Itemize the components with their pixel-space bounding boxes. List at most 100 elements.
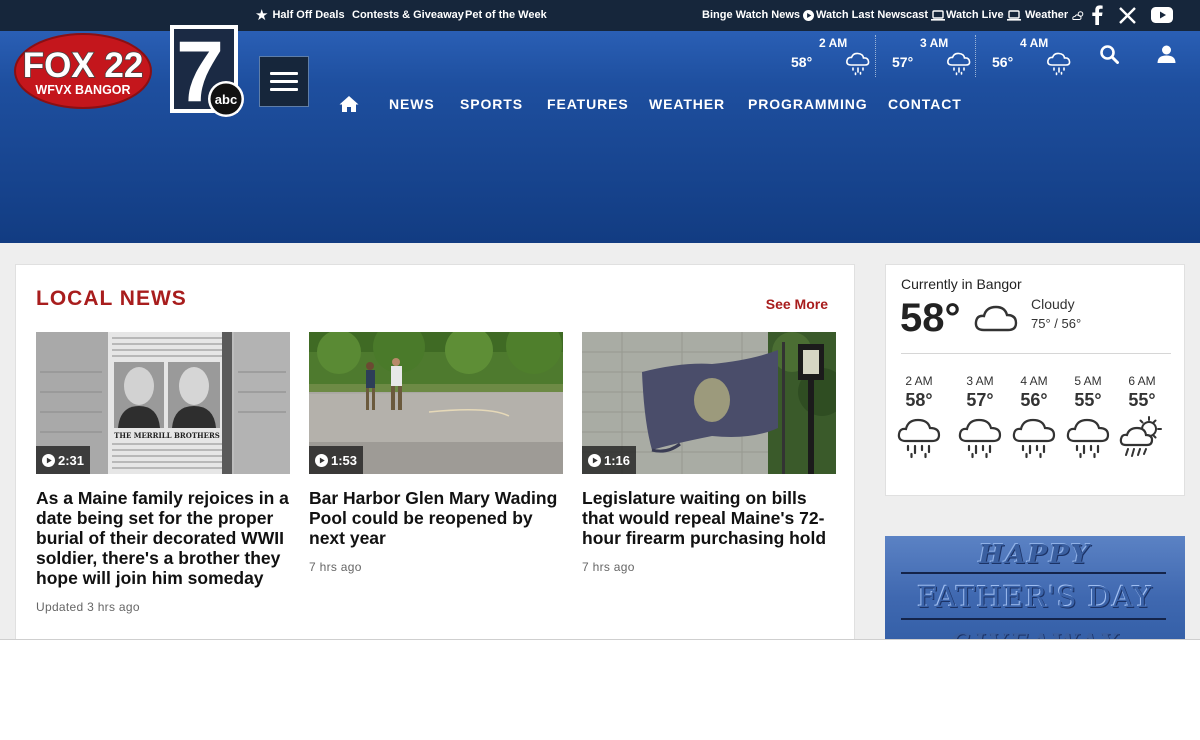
play-circle-icon (803, 9, 814, 21)
fox22-logo[interactable]: FOX 22 WFVX BANGOR (14, 33, 152, 109)
local-news-section: LOCAL NEWS See More THE MERRILL BROTHERS… (15, 264, 855, 640)
hourly-forecast-item: 2 AM 58° (896, 374, 942, 459)
laptop-icon (1006, 9, 1021, 21)
current-weather-widget[interactable]: Currently in Bangor 58° Cloudy 75° / 56°… (885, 264, 1185, 496)
forecast-hour-label: 3 AM (920, 36, 949, 50)
nav-contact[interactable]: CONTACT (888, 96, 962, 112)
facebook-icon (1092, 5, 1103, 25)
watch-last-newscast-label: Watch Last Newscast (816, 9, 929, 21)
rain-icon (958, 418, 1002, 459)
nav-features[interactable]: FEATURES (547, 96, 629, 112)
forecast-temp: 58° (791, 54, 813, 70)
hourly-temp: 55° (1128, 390, 1156, 410)
forecast-temp: 57° (892, 54, 914, 70)
hamburger-menu-button[interactable] (259, 56, 309, 107)
story-headline[interactable]: As a Maine family rejoices in a date bei… (36, 488, 290, 588)
star-icon: ★ (255, 6, 269, 24)
story-card[interactable]: 1:53 Bar Harbor Glen Mary Wading Pool co… (309, 332, 563, 574)
nav-news[interactable]: NEWS (389, 96, 435, 112)
cloud-sun-icon (1072, 10, 1084, 20)
search-icon (1100, 45, 1119, 64)
weather-link[interactable]: Weather (1025, 9, 1085, 21)
site-header: FOX 22 WFVX BANGOR 7 abc 2 AM 58° 3 AM 5… (0, 24, 1200, 243)
binge-watch-news-label: Binge Watch News (702, 9, 800, 21)
hourly-hour: 5 AM (1074, 374, 1102, 388)
youtube-icon (1151, 7, 1173, 23)
nav-sports[interactable]: SPORTS (460, 96, 523, 112)
sun-rain-icon (1119, 416, 1162, 457)
watch-live-label: Watch Live (946, 9, 1004, 21)
hourly-hour: 4 AM (1020, 374, 1048, 388)
story-timestamp: 7 hrs ago (309, 560, 362, 574)
abc-logo-text: abc (215, 92, 237, 107)
laptop-icon (931, 9, 946, 21)
story-card[interactable]: THE MERRILL BROTHERS 2:31 As a Maine fam… (36, 332, 290, 614)
user-icon (1157, 45, 1176, 63)
hourly-forecast-item: 5 AM 55° (1065, 374, 1111, 459)
forecast-hour-label: 4 AM (1020, 36, 1049, 50)
viewport-bottom-edge (0, 639, 1200, 640)
header-forecast-hour[interactable]: 4 AM 56° (992, 36, 1090, 78)
hourly-forecast-item: 4 AM 56° (1011, 374, 1057, 459)
youtube-link[interactable] (1151, 4, 1173, 26)
half-off-deals-link[interactable]: ★ Half Off Deals (255, 6, 345, 24)
weather-divider (901, 353, 1171, 354)
hourly-temp: 56° (1020, 390, 1048, 410)
story-timestamp: Updated 3 hrs ago (36, 600, 140, 614)
story-thumbnail[interactable]: 1:16 (582, 332, 836, 474)
thumbnail-caption: THE MERRILL BROTHERS (114, 431, 220, 440)
story-card[interactable]: 1:16 Legislature waiting on bills that w… (582, 332, 836, 574)
x-twitter-link[interactable] (1116, 4, 1138, 26)
home-icon (339, 96, 359, 112)
half-off-deals-label: Half Off Deals (272, 9, 345, 21)
hamburger-icon (270, 72, 298, 75)
video-duration-badge: 1:53 (309, 446, 364, 474)
video-duration: 2:31 (58, 452, 85, 468)
story-thumbnail[interactable]: THE MERRILL BROTHERS 2:31 (36, 332, 290, 474)
hourly-forecast-item: 6 AM 55° (1119, 374, 1165, 459)
nav-home[interactable] (339, 95, 359, 118)
nav-weather[interactable]: WEATHER (649, 96, 725, 112)
weather-condition: Cloudy (1031, 296, 1075, 312)
ad-divider (901, 572, 1166, 574)
ad-headline: HAPPY (978, 540, 1092, 570)
watch-live-link[interactable]: Watch Live (946, 9, 1021, 21)
forecast-divider (975, 35, 976, 77)
hourly-temp: 57° (966, 390, 994, 410)
video-duration: 1:53 (331, 452, 358, 468)
hourly-temp: 55° (1074, 390, 1102, 410)
cloud-icon (974, 305, 1018, 332)
pet-of-the-week-link[interactable]: Pet of the Week (465, 9, 547, 21)
fathers-day-giveaway-ad[interactable]: HAPPY FATHER'S DAY GIVEAWAY (885, 536, 1185, 640)
hourly-hour: 6 AM (1128, 374, 1156, 388)
story-headline[interactable]: Bar Harbor Glen Mary Wading Pool could b… (309, 488, 563, 548)
current-temp: 58° (900, 296, 961, 340)
account-button[interactable] (1157, 45, 1176, 69)
weather-label: Weather (1025, 9, 1069, 21)
hourly-hour: 2 AM (905, 374, 933, 388)
x-twitter-icon (1118, 6, 1136, 24)
play-icon (42, 453, 55, 467)
section-title: LOCAL NEWS (36, 287, 187, 310)
search-button[interactable] (1100, 45, 1119, 69)
see-more-link[interactable]: See More (766, 296, 828, 312)
facebook-link[interactable] (1086, 4, 1108, 26)
contests-giveaway-link[interactable]: Contests & Giveaway (352, 9, 464, 21)
abc7-logo[interactable]: 7 abc (164, 21, 246, 119)
weather-hi-lo: 75° / 56° (1031, 316, 1082, 331)
binge-watch-news-link[interactable]: Binge Watch News (702, 9, 814, 21)
ad-divider (901, 618, 1166, 620)
nav-programming[interactable]: PROGRAMMING (748, 96, 868, 112)
watch-last-newscast-link[interactable]: Watch Last Newscast (816, 9, 946, 21)
rain-icon (1012, 418, 1056, 459)
forecast-hour-label: 2 AM (819, 36, 848, 50)
video-duration-badge: 2:31 (36, 446, 91, 474)
story-thumbnail[interactable]: 1:53 (309, 332, 563, 474)
story-timestamp: 7 hrs ago (582, 560, 635, 574)
story-headline[interactable]: Legislature waiting on bills that would … (582, 488, 836, 548)
rain-icon (897, 418, 941, 459)
weather-location: Currently in Bangor (901, 276, 1022, 292)
video-duration: 1:16 (604, 452, 631, 468)
hourly-forecast-item: 3 AM 57° (957, 374, 1003, 459)
rain-icon (947, 52, 971, 76)
